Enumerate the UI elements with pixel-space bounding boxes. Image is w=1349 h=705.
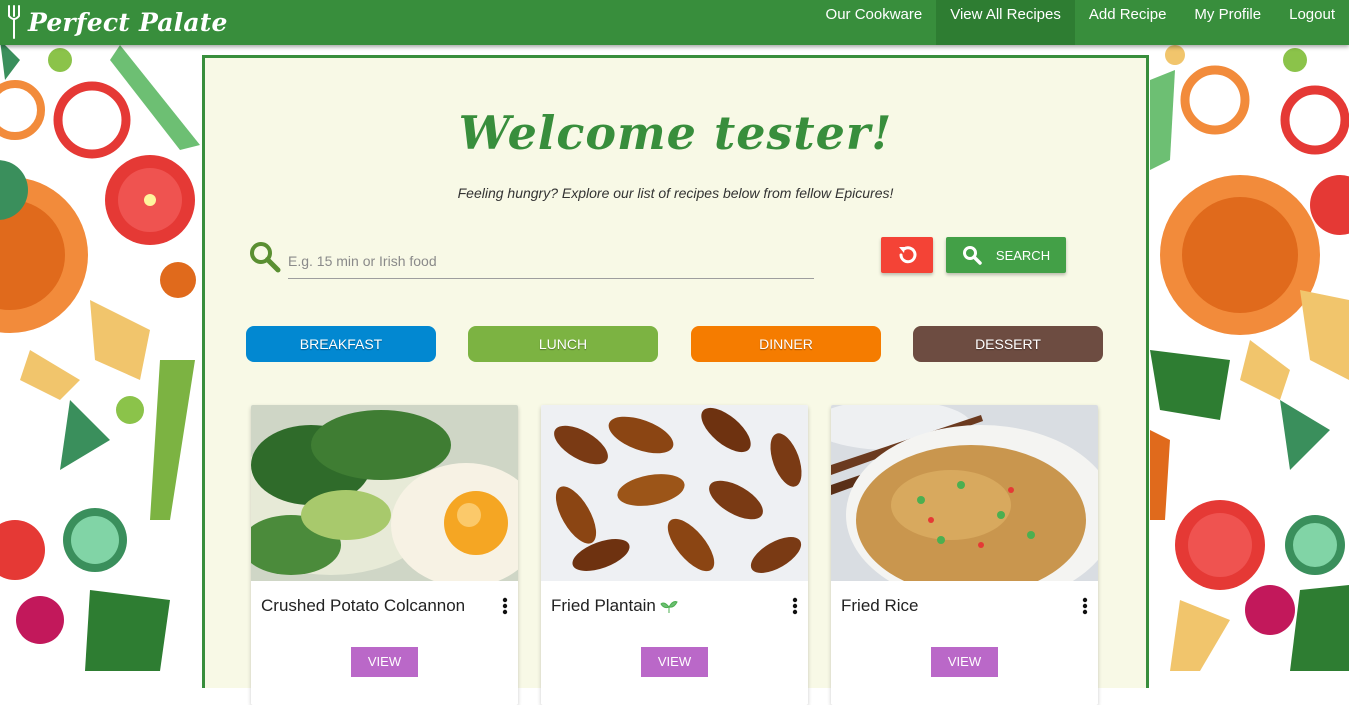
- nav-add-recipe[interactable]: Add Recipe: [1075, 0, 1181, 45]
- nav-links: Our Cookware View All Recipes Add Recipe…: [812, 0, 1349, 45]
- search-button[interactable]: SEARCH: [946, 237, 1066, 273]
- top-navbar: Perfect Palate Our Cookware View All Rec…: [0, 0, 1349, 45]
- category-breakfast-button[interactable]: BREAKFAST: [246, 326, 436, 362]
- view-recipe-button[interactable]: VIEW: [351, 647, 418, 677]
- category-dessert-button[interactable]: DESSERT: [913, 326, 1103, 362]
- recipe-card: Fried Plantain VIEW: [541, 405, 808, 705]
- fork-icon: [8, 5, 20, 39]
- undo-icon: [899, 246, 917, 264]
- recipe-title-text: Fried Plantain: [551, 596, 656, 615]
- welcome-subtitle: Feeling hungry? Explore our list of reci…: [457, 185, 894, 201]
- more-vert-icon[interactable]: [792, 597, 798, 615]
- nav-logout[interactable]: Logout: [1275, 0, 1349, 45]
- more-vert-icon[interactable]: [1082, 597, 1088, 615]
- brand-name: Perfect Palate: [28, 7, 228, 37]
- more-vert-icon[interactable]: [502, 597, 508, 615]
- recipe-title-text: Crushed Potato Colcannon: [261, 596, 466, 615]
- vegan-leaf-icon: [660, 600, 678, 613]
- search-icon: [962, 246, 982, 265]
- recipe-title: Crushed Potato Colcannon: [261, 596, 465, 616]
- nav-my-profile[interactable]: My Profile: [1180, 0, 1275, 45]
- main-panel: Welcome tester! Feeling hungry? Explore …: [202, 55, 1149, 705]
- reset-button[interactable]: [881, 237, 933, 273]
- recipe-title: Fried Rice: [841, 596, 918, 616]
- recipe-card: Crushed Potato Colcannon VIEW: [251, 405, 518, 705]
- nav-view-all-recipes[interactable]: View All Recipes: [936, 0, 1075, 45]
- recipe-title-text: Fried Rice: [841, 596, 919, 615]
- recipe-image-colcannon[interactable]: [251, 405, 518, 581]
- recipe-title: Fried Plantain: [551, 596, 678, 616]
- search-input[interactable]: [288, 244, 814, 279]
- welcome-heading: Welcome tester!: [458, 106, 893, 160]
- category-lunch-button[interactable]: LUNCH: [468, 326, 658, 362]
- brand-logo[interactable]: Perfect Palate: [6, 2, 228, 42]
- recipe-image-fried-plantain[interactable]: [541, 405, 808, 581]
- recipe-card: Fried Rice VIEW: [831, 405, 1098, 705]
- view-recipe-button[interactable]: VIEW: [641, 647, 708, 677]
- magnifier-icon: [250, 242, 281, 273]
- nav-our-cookware[interactable]: Our Cookware: [812, 0, 937, 45]
- category-dinner-button[interactable]: DINNER: [691, 326, 881, 362]
- recipe-image-fried-rice[interactable]: [831, 405, 1098, 581]
- view-recipe-button[interactable]: VIEW: [931, 647, 998, 677]
- search-button-label: SEARCH: [995, 247, 1051, 263]
